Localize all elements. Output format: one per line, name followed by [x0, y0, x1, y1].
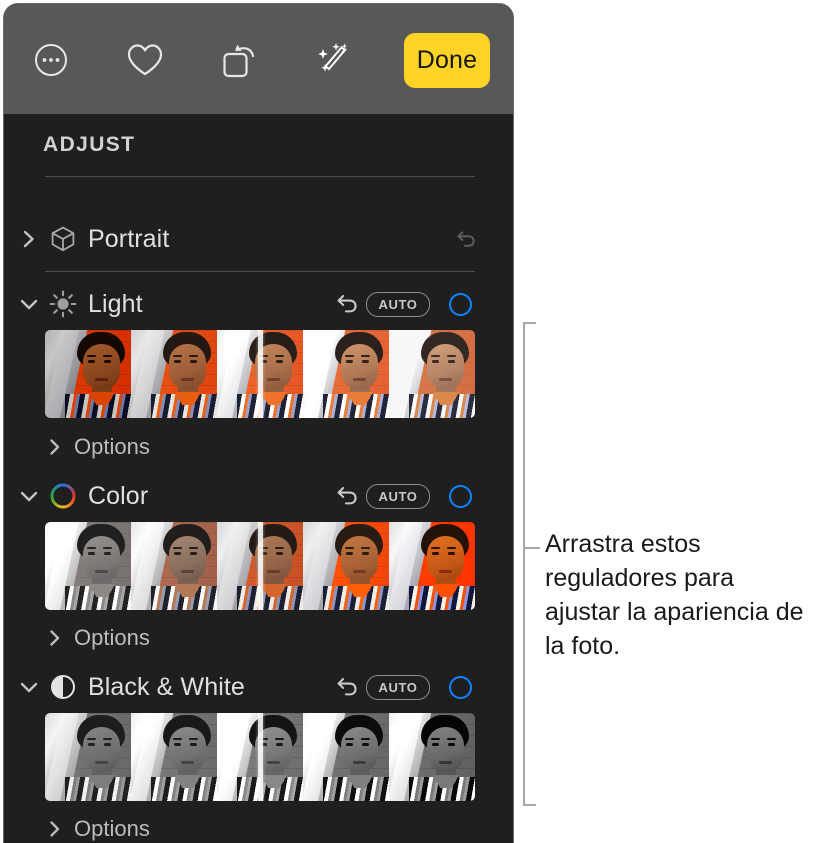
group-header-light[interactable]: Light AUTO: [4, 282, 513, 326]
filmstrip-frame[interactable]: [45, 330, 131, 418]
divider-portrait-light: [45, 271, 475, 272]
filmstrip-frame[interactable]: [303, 713, 389, 801]
auto-light-button[interactable]: AUTO: [366, 291, 430, 317]
auto-color-label: AUTO: [378, 488, 418, 504]
thumbnail-photo: [45, 330, 131, 418]
color-wheel-icon: [48, 481, 78, 511]
filmstrip-frame[interactable]: [217, 713, 303, 801]
more-options-button[interactable]: [27, 36, 75, 84]
light-slider-filmstrip[interactable]: [45, 330, 475, 418]
thumbnail-photo: [303, 522, 389, 610]
thumbnail-photo: [45, 713, 131, 801]
reset-portrait-button[interactable]: [452, 225, 480, 253]
sun-icon: [48, 289, 78, 319]
filmstrip-frame[interactable]: [131, 713, 217, 801]
group-title-light: Light: [88, 289, 143, 318]
thumbnail-photo: [303, 330, 389, 418]
thumbnail-photo: [389, 713, 475, 801]
reset-light-button[interactable]: [333, 290, 361, 318]
cube-icon: [48, 224, 78, 254]
group-header-black-and-white[interactable]: Black & White AUTO: [4, 665, 513, 709]
thumbnail-photo: [217, 713, 303, 801]
photo-edit-panel: Done ADJUST Portrait Light AUTO Options …: [4, 4, 513, 843]
reset-color-button[interactable]: [333, 482, 361, 510]
chevron-right-icon[interactable]: [46, 629, 64, 647]
filmstrip-frame[interactable]: [131, 330, 217, 418]
toggle-color-button[interactable]: [449, 484, 472, 508]
options-label-color: Options: [74, 625, 150, 650]
auto-color-button[interactable]: AUTO: [366, 483, 430, 509]
filmstrip-frame[interactable]: [217, 330, 303, 418]
auto-black-and-white-button[interactable]: AUTO: [366, 674, 430, 700]
more-options-icon: [32, 41, 70, 79]
magic-wand-icon: [312, 40, 354, 80]
crop-rotate-button[interactable]: [215, 36, 263, 84]
chevron-right-icon[interactable]: [18, 228, 40, 250]
thumbnail-photo: [303, 713, 389, 801]
adjust-panel-body: ADJUST Portrait Light AUTO Options Color…: [4, 114, 513, 843]
auto-light-label: AUTO: [378, 296, 418, 312]
color-slider-filmstrip[interactable]: [45, 522, 475, 610]
divider-top: [45, 176, 475, 177]
enhance-button[interactable]: [309, 36, 357, 84]
auto-black-and-white-label: AUTO: [378, 679, 418, 695]
favorite-button[interactable]: [121, 36, 169, 84]
filmstrip-frame[interactable]: [389, 713, 475, 801]
filmstrip-frame[interactable]: [217, 522, 303, 610]
callout-leader-line: [524, 547, 540, 549]
filmstrip-frame[interactable]: [303, 330, 389, 418]
callout-bracket: [523, 322, 536, 806]
favorite-heart-icon: [125, 41, 165, 79]
black-and-white-slider-filmstrip[interactable]: [45, 713, 475, 801]
page-title: ADJUST: [43, 133, 136, 156]
thumbnail-photo: [131, 522, 217, 610]
reset-black-and-white-button[interactable]: [333, 673, 361, 701]
done-button[interactable]: Done: [404, 33, 490, 88]
toggle-light-button[interactable]: [449, 292, 472, 316]
chevron-down-icon[interactable]: [18, 485, 40, 507]
thumbnail-photo: [389, 330, 475, 418]
thumbnail-photo: [217, 522, 303, 610]
options-label-light: Options: [74, 434, 150, 459]
rotate-crop-icon: [218, 40, 260, 80]
chevron-down-icon[interactable]: [18, 676, 40, 698]
filmstrip-frame[interactable]: [389, 330, 475, 418]
options-row-black-and-white[interactable]: Options: [4, 813, 513, 843]
group-header-color[interactable]: Color AUTO: [4, 474, 513, 518]
group-title-portrait: Portrait: [88, 224, 170, 253]
toggle-black-and-white-button[interactable]: [449, 675, 472, 699]
options-label-black-and-white: Options: [74, 816, 150, 841]
filmstrip-frame[interactable]: [45, 713, 131, 801]
options-row-light[interactable]: Options: [4, 431, 513, 463]
thumbnail-photo: [389, 522, 475, 610]
group-title-color: Color: [88, 481, 149, 510]
edit-toolbar: Done: [4, 4, 513, 114]
chevron-right-icon[interactable]: [46, 438, 64, 456]
filmstrip-frame[interactable]: [45, 522, 131, 610]
thumbnail-photo: [131, 713, 217, 801]
chevron-down-icon[interactable]: [18, 293, 40, 315]
group-header-portrait[interactable]: Portrait: [4, 217, 513, 261]
thumbnail-photo: [45, 522, 131, 610]
callout-text: Arrastra estos reguladores para ajustar …: [545, 530, 804, 660]
thumbnail-photo: [217, 330, 303, 418]
contrast-circle-icon: [48, 672, 78, 702]
chevron-right-icon[interactable]: [46, 820, 64, 838]
options-row-color[interactable]: Options: [4, 622, 513, 654]
filmstrip-frame[interactable]: [131, 522, 217, 610]
filmstrip-frame[interactable]: [389, 522, 475, 610]
thumbnail-photo: [131, 330, 217, 418]
group-title-black-and-white: Black & White: [88, 672, 245, 701]
filmstrip-frame[interactable]: [303, 522, 389, 610]
